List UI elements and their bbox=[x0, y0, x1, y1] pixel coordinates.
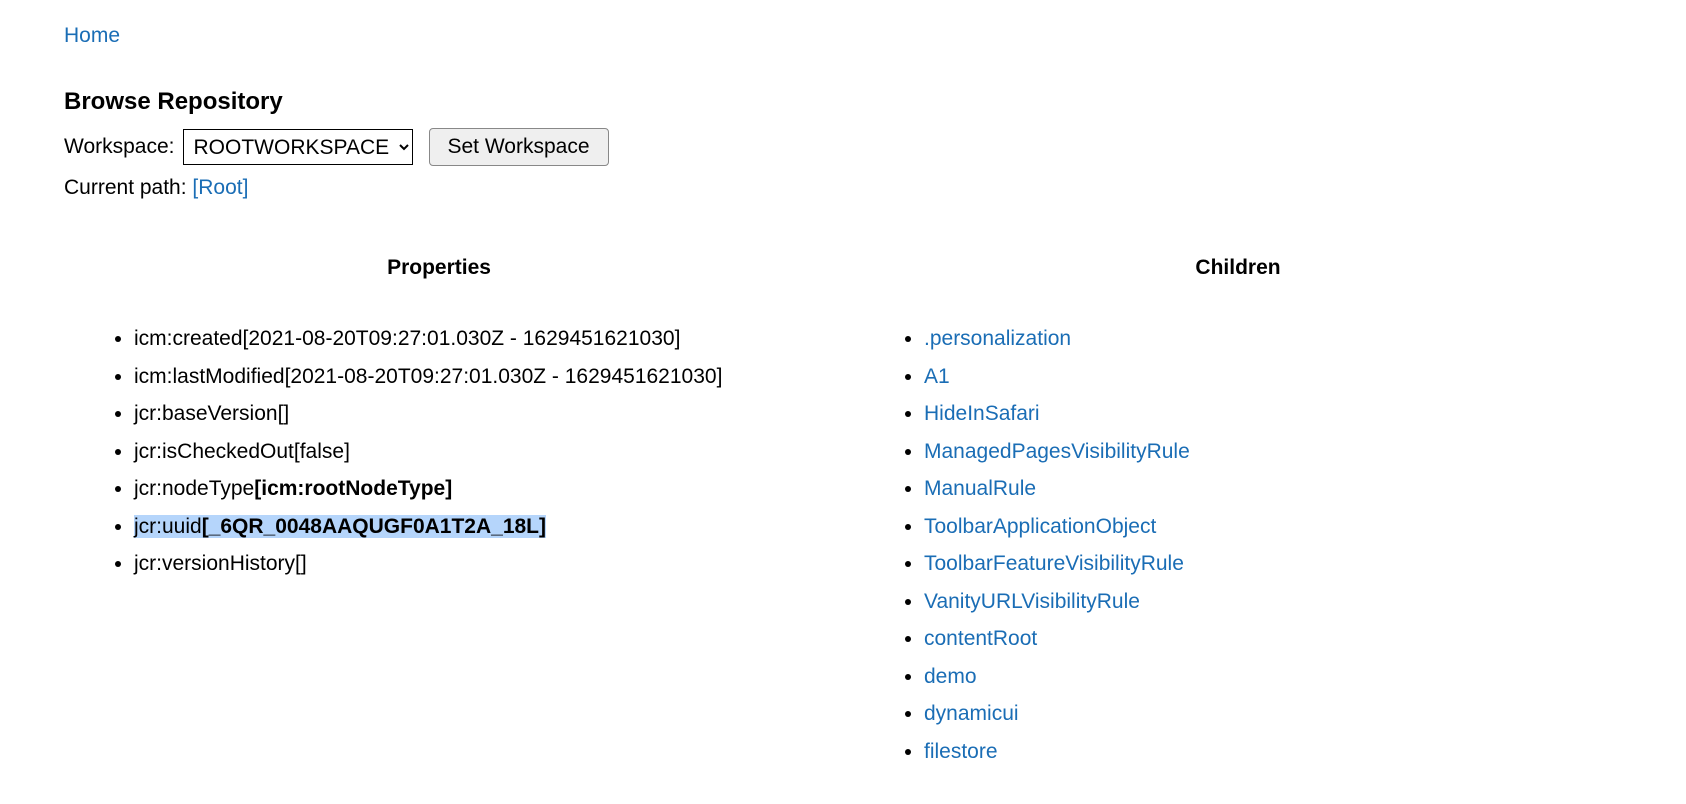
child-link[interactable]: VanityURLVisibilityRule bbox=[924, 590, 1140, 613]
current-path: Current path: [Root] bbox=[64, 176, 1622, 200]
current-path-label: Current path: bbox=[64, 176, 192, 199]
child-item: ToolbarFeatureVisibilityRule bbox=[924, 545, 1622, 583]
workspace-select[interactable]: ROOTWORKSPACE bbox=[183, 129, 413, 165]
property-key: icm:lastModified bbox=[134, 365, 285, 388]
child-link[interactable]: .personalization bbox=[924, 327, 1071, 350]
child-item: ToolbarApplicationObject bbox=[924, 508, 1622, 546]
child-item: filestore bbox=[924, 733, 1622, 771]
child-link[interactable]: ToolbarFeatureVisibilityRule bbox=[924, 552, 1184, 575]
child-item: VanityURLVisibilityRule bbox=[924, 583, 1622, 621]
child-item: demo bbox=[924, 658, 1622, 696]
property-item: icm:lastModified[2021-08-20T09:27:01.030… bbox=[134, 358, 814, 396]
child-link[interactable]: ManagedPagesVisibilityRule bbox=[924, 440, 1190, 463]
children-list: .personalization A1 HideInSafari ManagedPag… bbox=[854, 320, 1622, 770]
columns: Properties icm:created[2021-08-20T09:27:… bbox=[64, 236, 1622, 770]
child-item: A1 bbox=[924, 358, 1622, 396]
properties-heading: Properties bbox=[64, 256, 814, 280]
property-item: jcr:uuid[_6QR_0048AAQUGF0A1T2A_18L] bbox=[134, 508, 814, 546]
workspace-label: Workspace: bbox=[64, 135, 175, 159]
child-item: contentRoot bbox=[924, 620, 1622, 658]
child-item: ManualRule bbox=[924, 470, 1622, 508]
workspace-row: Workspace: ROOTWORKSPACE Set Workspace bbox=[64, 128, 1622, 166]
property-key: jcr:baseVersion bbox=[134, 402, 278, 425]
child-link[interactable]: dynamicui bbox=[924, 702, 1019, 725]
properties-column: Properties icm:created[2021-08-20T09:27:… bbox=[64, 236, 814, 770]
property-key: jcr:isCheckedOut bbox=[134, 440, 294, 463]
child-item: .personalization bbox=[924, 320, 1622, 358]
property-value: [] bbox=[295, 552, 307, 575]
property-value: [icm:rootNodeType] bbox=[254, 477, 452, 500]
property-value: [_6QR_0048AAQUGF0A1T2A_18L] bbox=[202, 515, 546, 538]
child-link[interactable]: ToolbarApplicationObject bbox=[924, 515, 1156, 538]
property-key: jcr:nodeType bbox=[134, 477, 254, 500]
property-item: jcr:baseVersion[] bbox=[134, 395, 814, 433]
child-link[interactable]: ManualRule bbox=[924, 477, 1036, 500]
child-link[interactable]: HideInSafari bbox=[924, 402, 1040, 425]
home-link[interactable]: Home bbox=[64, 24, 120, 48]
set-workspace-button[interactable]: Set Workspace bbox=[429, 128, 609, 166]
property-item: jcr:isCheckedOut[false] bbox=[134, 433, 814, 471]
child-link[interactable]: filestore bbox=[924, 740, 998, 763]
child-item: dynamicui bbox=[924, 695, 1622, 733]
current-path-link[interactable]: [Root] bbox=[192, 176, 248, 199]
property-key: icm:created bbox=[134, 327, 243, 350]
property-key: jcr:uuid bbox=[134, 515, 202, 538]
property-item: jcr:versionHistory[] bbox=[134, 545, 814, 583]
property-value: [2021-08-20T09:27:01.030Z - 162945162103… bbox=[285, 365, 723, 388]
children-column: Children .personalization A1 HideInSafari M… bbox=[854, 236, 1622, 770]
property-item: icm:created[2021-08-20T09:27:01.030Z - 1… bbox=[134, 320, 814, 358]
child-item: ManagedPagesVisibilityRule bbox=[924, 433, 1622, 471]
page-title: Browse Repository bbox=[64, 88, 1622, 116]
child-link[interactable]: A1 bbox=[924, 365, 950, 388]
child-link[interactable]: contentRoot bbox=[924, 627, 1037, 650]
property-value: [false] bbox=[294, 440, 350, 463]
child-item: HideInSafari bbox=[924, 395, 1622, 433]
properties-list: icm:created[2021-08-20T09:27:01.030Z - 1… bbox=[64, 320, 814, 583]
children-heading: Children bbox=[854, 256, 1622, 280]
property-item: jcr:nodeType[icm:rootNodeType] bbox=[134, 470, 814, 508]
child-link[interactable]: demo bbox=[924, 665, 977, 688]
property-value: [2021-08-20T09:27:01.030Z - 162945162103… bbox=[243, 327, 681, 350]
property-value: [] bbox=[278, 402, 290, 425]
property-key: jcr:versionHistory bbox=[134, 552, 295, 575]
